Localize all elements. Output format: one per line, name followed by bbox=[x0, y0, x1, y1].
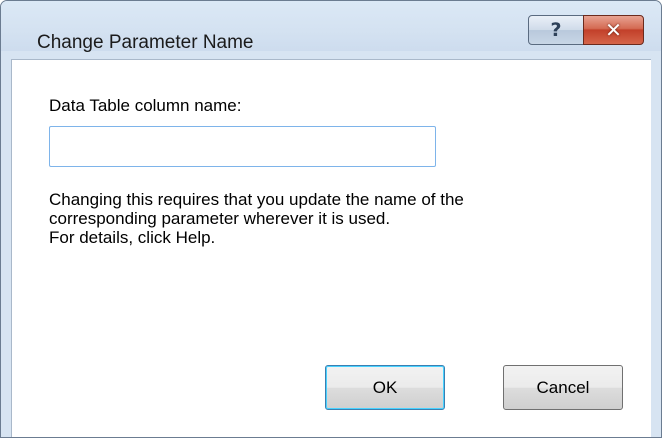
info-line-2: corresponding parameter wherever it is u… bbox=[49, 209, 391, 228]
close-icon: ✕ bbox=[605, 18, 622, 42]
dialog-body: Data Table column name: Changing this re… bbox=[11, 59, 651, 437]
ok-button[interactable]: OK bbox=[325, 365, 445, 410]
cancel-button[interactable]: Cancel bbox=[503, 365, 623, 410]
title-bar[interactable]: Change Parameter Name ? ✕ bbox=[1, 1, 661, 53]
column-name-input[interactable] bbox=[49, 126, 436, 167]
close-button[interactable]: ✕ bbox=[583, 15, 644, 45]
info-line-1: Changing this requires that you update t… bbox=[49, 190, 464, 209]
dialog-window: Change Parameter Name ? ✕ Data Table col… bbox=[0, 0, 662, 438]
window-title: Change Parameter Name bbox=[37, 32, 254, 53]
help-icon: ? bbox=[550, 18, 562, 41]
column-name-label: Data Table column name: bbox=[49, 96, 242, 115]
info-line-3: For details, click Help. bbox=[49, 228, 216, 247]
help-button[interactable]: ? bbox=[528, 15, 584, 45]
info-message: Changing this requires that you update t… bbox=[49, 190, 609, 247]
